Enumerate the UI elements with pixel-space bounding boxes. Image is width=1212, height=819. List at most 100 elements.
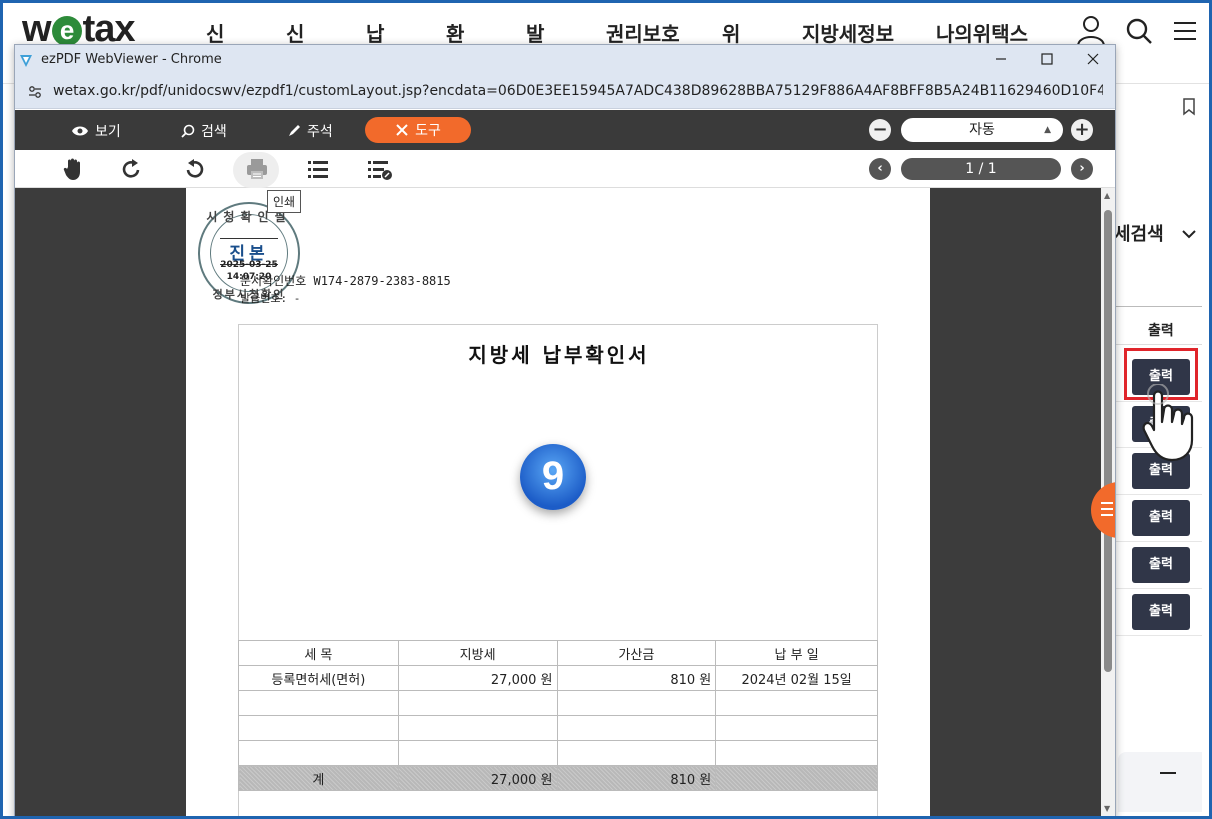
scroll-up-arrow-icon[interactable]: ▲ — [1104, 191, 1110, 200]
pdf-page: 시청확인필 진본 2025-03-25 14:07:20 정부시청확인 문서확인… — [186, 188, 930, 819]
table-cell — [715, 740, 878, 766]
url-text[interactable]: wetax.go.kr/pdf/unidocswv/ezpdf1/customL… — [53, 83, 1103, 99]
address-bar[interactable]: wetax.go.kr/pdf/unidocswv/ezpdf1/customL… — [15, 75, 1115, 109]
window-title: ezPDF WebViewer - Chrome — [41, 52, 222, 67]
minimize-icon[interactable] — [993, 51, 1009, 71]
minus-icon[interactable] — [1160, 772, 1176, 774]
table-cell — [397, 690, 558, 716]
table-cell: 27,000 원 — [397, 665, 558, 691]
list-edit-icon[interactable] — [367, 157, 393, 185]
table-cell — [238, 690, 399, 716]
table-row — [238, 690, 878, 716]
search-icon[interactable] — [1124, 14, 1154, 48]
zoom-select[interactable]: 자동 ▲▼ — [901, 118, 1063, 159]
seal-date: 2025-03-25 — [220, 260, 278, 270]
table-cell — [715, 765, 878, 791]
annotate-label: 주석 — [307, 124, 333, 140]
table-cell: 등록면허세(면허) — [238, 665, 399, 691]
table-cell — [238, 715, 399, 741]
row-divider — [1116, 541, 1202, 542]
table-header-cell: 지방세 — [397, 640, 558, 666]
list-icon[interactable] — [307, 157, 329, 185]
tools-menu[interactable]: 도구 — [365, 117, 471, 143]
table-cell: 810 원 — [556, 765, 717, 791]
rotate-clockwise-icon[interactable] — [121, 157, 143, 185]
table-row — [238, 740, 878, 766]
zoom-value: 자동 — [969, 122, 995, 138]
collapse-panel[interactable] — [1118, 752, 1202, 812]
chevron-down-icon[interactable] — [1182, 224, 1196, 243]
view-menu[interactable]: 보기 — [71, 121, 121, 141]
user-icon[interactable] — [1076, 14, 1106, 48]
close-icon[interactable] — [1085, 51, 1101, 71]
wetax-header-icons — [1076, 14, 1198, 48]
scroll-down-arrow-icon[interactable]: ▼ — [1104, 804, 1110, 813]
table-cell — [397, 715, 558, 741]
scrollbar-thumb[interactable] — [1104, 210, 1112, 672]
table-cell: 계 — [238, 765, 399, 791]
view-label: 보기 — [95, 124, 121, 140]
nav-item-rights[interactable]: 권리보호 — [606, 18, 680, 47]
annotate-menu[interactable]: 주석 — [287, 121, 333, 141]
divider — [1116, 344, 1202, 345]
side-panel-toggle[interactable] — [1091, 482, 1115, 538]
tools-label: 도구 — [415, 123, 441, 139]
table-header-cell: 세 목 — [238, 640, 399, 666]
table-cell — [715, 715, 878, 741]
print-icon[interactable] — [245, 157, 269, 185]
table-header-cell: 납 부 일 — [715, 640, 878, 666]
rotate-counterclockwise-icon[interactable] — [183, 157, 205, 185]
viewer-secondary-toolbar: ‹ 1 / 1 › — [15, 150, 1115, 188]
menu-icon[interactable] — [1172, 14, 1198, 48]
table-cell — [556, 740, 717, 766]
document-title: 지방세 납부확인서 — [468, 343, 650, 367]
next-page-button[interactable]: › — [1071, 158, 1093, 180]
pdf-viewer-window: ezPDF WebViewer - Chrome wetax.go.kr/pdf… — [14, 44, 1116, 819]
step-number-badge: 9 — [520, 444, 586, 510]
row-divider — [1116, 494, 1202, 495]
table-row: 등록면허세(면허) 27,000 원 810 원 2024년 02월 15일 — [238, 665, 878, 691]
table-cell: 27,000 원 — [397, 765, 558, 791]
bookmark-icon[interactable] — [1182, 98, 1196, 120]
output-button[interactable]: 출력 — [1132, 547, 1190, 583]
zoom-out-button[interactable]: − — [869, 119, 891, 141]
document-check-number: 문서확인번호 W174-2879-2383-8815 — [240, 274, 451, 288]
page-indicator[interactable]: 1 / 1 — [901, 158, 1061, 180]
maximize-icon[interactable] — [1039, 51, 1055, 71]
nav-item-my-wetax[interactable]: 나의위택스 — [936, 18, 1028, 47]
table-cell — [397, 740, 558, 766]
table-cell: 2024년 02월 15일 — [715, 665, 878, 691]
table-cell — [556, 715, 717, 741]
table-header-cell: 가산금 — [556, 640, 717, 666]
table-cell: 810 원 — [556, 665, 717, 691]
hand-tool-icon[interactable] — [63, 157, 85, 185]
table-header-row: 세 목 지방세 가산금 납 부 일 — [238, 640, 878, 666]
zoom-in-button[interactable]: + — [1071, 119, 1093, 141]
row-divider — [1116, 635, 1202, 636]
prev-page-button[interactable]: ‹ — [869, 158, 891, 180]
tax-payment-table: 세 목 지방세 가산금 납 부 일 등록면허세(면허) 27,000 원 810… — [238, 640, 878, 791]
search-menu[interactable]: 검색 — [181, 121, 227, 141]
output-button[interactable]: 출력 — [1132, 594, 1190, 630]
window-titlebar: ezPDF WebViewer - Chrome — [15, 45, 1115, 75]
viewer-main-toolbar: 보기 검색 주석 도구 − 자동 ▲▼ + — [15, 110, 1115, 159]
detail-search-label[interactable]: 세검색 — [1114, 220, 1164, 246]
site-info-icon[interactable] — [27, 84, 43, 104]
nav-item-tax-info[interactable]: 지방세정보 — [802, 18, 894, 47]
table-total-row: 계 27,000 원 810 원 — [238, 765, 878, 791]
search-icon — [181, 124, 195, 138]
table-cell — [238, 740, 399, 766]
divider — [1116, 306, 1202, 307]
output-button[interactable]: 출력 — [1132, 500, 1190, 536]
table-cell — [715, 690, 878, 716]
row-divider — [1116, 588, 1202, 589]
issue-number: 발급번호: - — [240, 292, 301, 305]
pen-icon — [289, 125, 300, 136]
output-column-header: 출력 — [1148, 323, 1174, 339]
pointer-hand-icon — [1140, 383, 1212, 468]
table-cell — [556, 690, 717, 716]
document-viewport[interactable]: 시청확인필 진본 2025-03-25 14:07:20 정부시청확인 문서확인… — [15, 188, 1115, 819]
table-row — [238, 715, 878, 741]
eye-icon — [72, 126, 88, 136]
search-label: 검색 — [201, 124, 227, 140]
